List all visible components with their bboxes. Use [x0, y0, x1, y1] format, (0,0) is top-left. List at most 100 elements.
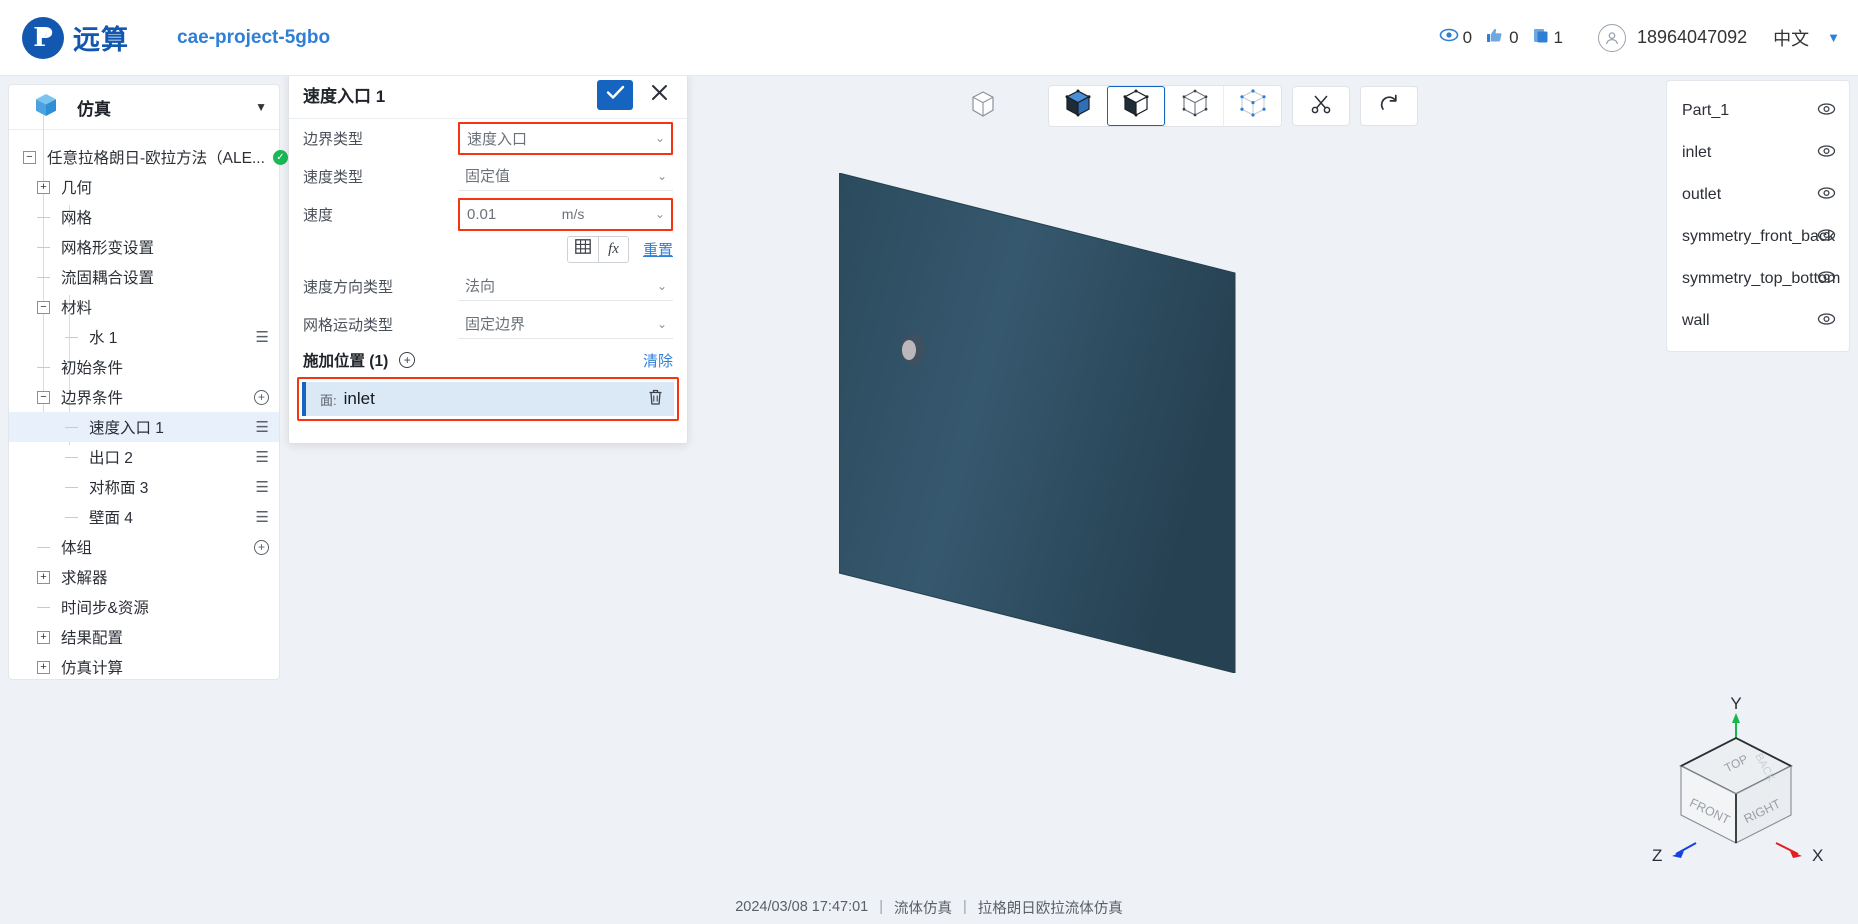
display-solid-button[interactable] [1049, 86, 1107, 126]
fx-icon: fx [608, 240, 619, 257]
eye-icon[interactable] [1817, 270, 1836, 289]
velocity-direction-select[interactable]: 法向 ⌄ [458, 271, 673, 301]
trash-icon[interactable] [647, 388, 664, 411]
reset-link[interactable]: 重置 [643, 239, 673, 260]
chevron-down-icon[interactable]: ▼ [1827, 30, 1840, 45]
part-row[interactable]: symmetry_top_bottom [1667, 258, 1849, 300]
sidebar-title: 仿真 [77, 99, 111, 119]
tree-node-mesh-deformation[interactable]: 网格形变设置 [9, 232, 279, 262]
cube-outline-icon [970, 90, 996, 123]
navigation-cube[interactable]: Y TOP FRONT RIGHT BACK Z X [1636, 691, 1836, 866]
field-mesh-motion-type: 网格运动类型 固定边界 ⌄ [289, 305, 687, 343]
part-row[interactable]: wall [1667, 300, 1849, 342]
part-name: wall [1682, 312, 1710, 329]
chevron-down-icon[interactable]: ▼ [255, 100, 267, 114]
velocity-type-select[interactable]: 固定值 ⌄ [458, 161, 673, 191]
expand-toggle-icon[interactable]: + [37, 630, 50, 644]
tree-node-volume-group[interactable]: 体组 + [9, 532, 279, 562]
velocity-input[interactable]: 0.01 m/s ⌄ [458, 197, 673, 231]
project-name[interactable]: cae-project-5gbo [177, 27, 330, 49]
display-points-button[interactable] [1223, 86, 1281, 126]
boundary-type-select[interactable]: 速度入口 ⌄ [458, 121, 673, 155]
chevron-down-icon: ⌄ [656, 278, 667, 293]
clip-tool-button[interactable] [1292, 86, 1350, 126]
tree-node-ale[interactable]: − 任意拉格朗日-欧拉方法（ALE... ✓ [9, 142, 288, 172]
tree-branch-line [65, 516, 78, 518]
status-badge: ✓ [272, 149, 288, 165]
confirm-button[interactable] [597, 79, 633, 110]
tree-node-label: 求解器 [61, 570, 108, 587]
expand-toggle-icon[interactable]: + [37, 660, 50, 674]
collapse-toggle-icon[interactable]: − [37, 300, 50, 314]
table-button[interactable] [567, 236, 598, 262]
tree-node-velocity-inlet-1[interactable]: 速度入口 1 ☰ [9, 412, 279, 442]
row-menu-icon[interactable]: ☰ [256, 448, 269, 466]
eye-icon[interactable] [1817, 312, 1836, 331]
tree-node-mesh[interactable]: 网格 [9, 202, 279, 232]
plus-circle-icon[interactable]: + [399, 352, 416, 368]
user-name: 18964047092 [1637, 27, 1748, 47]
tree-node-geometry[interactable]: + 几何 [9, 172, 279, 202]
model-geometry[interactable] [838, 172, 1237, 674]
like-count[interactable]: 0 [1485, 27, 1519, 49]
copy-count[interactable]: 1 [1532, 27, 1563, 49]
eye-icon[interactable] [1817, 102, 1836, 121]
sidebar-header[interactable]: 仿真 ▼ [9, 85, 279, 130]
field-velocity: 速度 0.01 m/s ⌄ [289, 195, 687, 233]
field-value: 固定值 [465, 168, 511, 185]
expand-toggle-icon[interactable]: + [37, 180, 50, 194]
part-name: symmetry_front_back [1682, 228, 1835, 245]
display-solid-edges-button[interactable] [1107, 86, 1165, 126]
field-velocity-direction-type: 速度方向类型 法向 ⌄ [289, 267, 687, 305]
tree-node-wall-4[interactable]: 壁面 4 ☰ [9, 502, 279, 532]
tree-node-result-config[interactable]: + 结果配置 [9, 622, 279, 652]
tree-node-fsi[interactable]: 流固耦合设置 [9, 262, 279, 292]
eye-icon[interactable] [1817, 228, 1836, 247]
tree-node-symmetry-3[interactable]: 对称面 3 ☰ [9, 472, 279, 502]
part-row[interactable]: outlet [1667, 174, 1849, 216]
view-cube-button[interactable] [960, 86, 1006, 126]
clear-link[interactable]: 清除 [643, 350, 673, 371]
chevron-down-icon[interactable]: ⌄ [655, 207, 665, 221]
expand-toggle-icon[interactable]: + [37, 570, 50, 584]
row-menu-icon[interactable]: ☰ [256, 478, 269, 496]
svg-text:Y: Y [1730, 694, 1741, 713]
mesh-motion-select[interactable]: 固定边界 ⌄ [458, 309, 673, 339]
brand-logo[interactable]: P 远算 [22, 16, 129, 59]
tree-node-label: 壁面 4 [89, 510, 133, 527]
collapse-toggle-icon[interactable]: − [23, 150, 36, 164]
row-menu-icon[interactable]: ☰ [256, 328, 269, 346]
collapse-toggle-icon[interactable]: − [37, 390, 50, 404]
tree-node-initial-conditions[interactable]: 初始条件 [9, 352, 279, 382]
tree-node-outlet-2[interactable]: 出口 2 ☰ [9, 442, 279, 472]
row-menu-icon[interactable]: ☰ [256, 508, 269, 526]
add-boundary-condition-icon[interactable]: + [254, 389, 269, 405]
close-button[interactable] [641, 79, 677, 110]
reset-view-button[interactable] [1360, 86, 1418, 126]
eye-icon[interactable] [1817, 144, 1836, 163]
tree-node-water-1[interactable]: 水 1 ☰ [9, 322, 279, 352]
tree-node-simulation-run[interactable]: + 仿真计算 [9, 652, 279, 682]
check-icon [606, 85, 625, 105]
part-name: inlet [1682, 144, 1712, 161]
part-row[interactable]: inlet [1667, 132, 1849, 174]
solid-edges-cube-icon [1121, 88, 1151, 125]
view-count[interactable]: 0 [1439, 27, 1472, 48]
row-menu-icon[interactable]: ☰ [256, 418, 269, 436]
tree-node-boundary-conditions[interactable]: − 边界条件 + [9, 382, 279, 412]
tree-node-solver[interactable]: + 求解器 [9, 562, 279, 592]
status-category: 流体仿真 [894, 900, 953, 917]
display-wireframe-button[interactable] [1165, 86, 1223, 126]
part-row[interactable]: Part_1 [1667, 90, 1849, 132]
formula-button[interactable]: fx [597, 236, 628, 262]
field-boundary-type: 边界类型 速度入口 ⌄ [289, 119, 687, 157]
tree-node-timestep-resources[interactable]: 时间步&资源 [9, 592, 279, 622]
language-selector[interactable]: 中文 [1773, 25, 1809, 51]
assigned-surface-item[interactable]: 面: inlet [302, 382, 674, 416]
tree-node-label: 结果配置 [61, 630, 124, 647]
part-row[interactable]: symmetry_front_back [1667, 216, 1849, 258]
user-menu[interactable]: 18964047092 [1598, 23, 1748, 52]
tree-node-material[interactable]: − 材料 [9, 292, 279, 322]
add-volume-group-icon[interactable]: + [254, 539, 269, 555]
eye-icon[interactable] [1817, 186, 1836, 205]
